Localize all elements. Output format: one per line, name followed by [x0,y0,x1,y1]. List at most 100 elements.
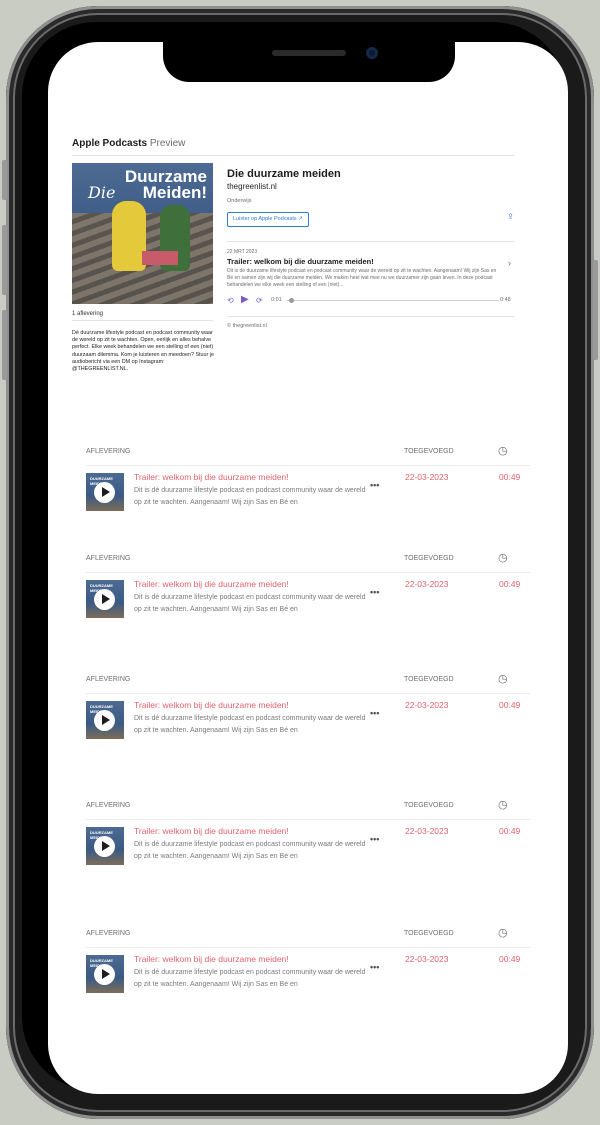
table-header: AFLEVERING TOEGEVOEGD ◷ [86,671,530,694]
episode-title[interactable]: Trailer: welkom bij die duurzame meiden! [134,579,289,589]
column-header-added: TOEGEVOEGD [404,802,454,809]
podcast-category: Onderwijs [227,198,252,204]
episode-thumbnail[interactable]: DUURZAME MEIDEN [86,701,124,739]
table-row[interactable]: DUURZAME MEIDEN Trailer: welkom bij die … [86,820,530,865]
column-header-episode: AFLEVERING [86,802,131,809]
more-options-icon[interactable]: ••• [370,708,379,718]
play-icon[interactable] [94,710,115,731]
episode-duration: 00:49 [499,826,521,836]
share-icon[interactable]: ⇪ [507,212,514,221]
progress-knob[interactable] [289,298,294,303]
column-header-added: TOEGEVOEGD [404,555,454,562]
play-icon[interactable] [94,482,115,503]
notch [163,42,455,82]
column-header-added: TOEGEVOEGD [404,676,454,683]
table-row[interactable]: DUURZAME MEIDEN Trailer: welkom bij die … [86,573,530,618]
more-options-icon[interactable]: ••• [370,834,379,844]
cover-crate [142,251,178,265]
cover-text: Die [88,183,116,202]
podcast-author[interactable]: thegreenlist.nl [227,182,277,191]
episode-date: 22-03-2023 [405,579,449,589]
episode-duration: 00:49 [499,472,521,482]
podcast-description: Dé duurzame lifestyle podcast en podcast… [72,330,215,373]
episode-thumbnail[interactable]: DUURZAME MEIDEN [86,473,124,511]
listen-on-apple-podcasts-button[interactable]: Luister op Apple Podcasts ↗ [227,212,309,227]
play-icon[interactable] [94,964,115,985]
table-header: AFLEVERING TOEGEVOEGD ◷ [86,443,530,466]
episode-table: AFLEVERING TOEGEVOEGD ◷ DUURZAME MEIDEN … [86,797,530,865]
mute-switch [2,160,7,200]
episode-duration: 00:49 [499,954,521,964]
clock-icon: ◷ [498,673,508,685]
more-options-icon[interactable]: ••• [370,587,379,597]
episode-date: 22 MRT 2023 [227,249,258,255]
episode-date: 22-03-2023 [405,472,449,482]
clock-icon: ◷ [498,799,508,811]
column-header-episode: AFLEVERING [86,555,131,562]
episode-description: Dit is dé duurzame lifestyle podcast en … [227,268,497,288]
apple-podcasts-header: Apple Podcasts Preview [72,138,514,156]
playback-progress-bar[interactable] [287,298,499,303]
copyright: © thegreenlist.nl [227,323,267,329]
brand-suffix: Preview [149,138,186,149]
episode-description: Dit is dé duurzame lifestyle podcast en … [134,841,366,860]
cover-text: Meiden! [142,183,207,202]
front-camera [366,47,378,59]
speaker-grille [272,50,346,56]
episode-title[interactable]: Trailer: welkom bij die duurzame meiden! [227,257,374,266]
episode-date: 22-03-2023 [405,700,449,710]
episode-table: AFLEVERING TOEGEVOEGD ◷ DUURZAME MEIDEN … [86,925,530,993]
episode-table: AFLEVERING TOEGEVOEGD ◷ DUURZAME MEIDEN … [86,671,530,739]
time-total: 0:48 [500,297,511,303]
table-row[interactable]: DUURZAME MEIDEN Trailer: welkom bij die … [86,466,530,511]
column-header-added: TOEGEVOEGD [404,448,454,455]
table-header: AFLEVERING TOEGEVOEGD ◷ [86,797,530,820]
episode-title[interactable]: Trailer: welkom bij die duurzame meiden! [134,700,289,710]
episode-duration: 00:49 [499,700,521,710]
column-header-episode: AFLEVERING [86,676,131,683]
podcast-cover-art[interactable]: Duurzame Meiden! Die [72,163,213,304]
cover-figure [112,201,146,271]
chevron-right-icon[interactable]: › [508,258,511,268]
table-row[interactable]: DUURZAME MEIDEN Trailer: welkom bij die … [86,694,530,739]
episode-thumbnail[interactable]: DUURZAME MEIDEN [86,827,124,865]
episode-duration: 00:49 [499,579,521,589]
divider [227,316,514,317]
time-elapsed: 0:01 [271,297,282,303]
column-header-episode: AFLEVERING [86,930,131,937]
table-header: AFLEVERING TOEGEVOEGD ◷ [86,550,530,573]
table-header: AFLEVERING TOEGEVOEGD ◷ [86,925,530,948]
clock-icon: ◷ [498,552,508,564]
episode-thumbnail[interactable]: DUURZAME MEIDEN [86,580,124,618]
episode-title[interactable]: Trailer: welkom bij die duurzame meiden! [134,826,289,836]
episode-table: AFLEVERING TOEGEVOEGD ◷ DUURZAME MEIDEN … [86,443,530,511]
episode-count: 1 aflevering [72,311,213,321]
volume-up-button [2,225,7,295]
volume-down-button [2,310,7,380]
power-button [593,260,598,360]
episode-thumbnail[interactable]: DUURZAME MEIDEN [86,955,124,993]
skip-back-icon[interactable]: ⟲ [227,296,234,305]
episode-date: 22-03-2023 [405,826,449,836]
episode-title[interactable]: Trailer: welkom bij die duurzame meiden! [134,954,289,964]
episode-date: 22-03-2023 [405,954,449,964]
episode-description: Dit is dé duurzame lifestyle podcast en … [134,487,366,506]
column-header-added: TOEGEVOEGD [404,930,454,937]
clock-icon: ◷ [498,445,508,457]
more-options-icon[interactable]: ••• [370,480,379,490]
divider [227,241,514,242]
episode-description: Dit is dé duurzame lifestyle podcast en … [134,969,366,988]
clock-icon: ◷ [498,927,508,939]
play-icon[interactable] [94,589,115,610]
episode-table: AFLEVERING TOEGEVOEGD ◷ DUURZAME MEIDEN … [86,550,530,618]
episode-description: Dit is dé duurzame lifestyle podcast en … [134,594,366,613]
more-options-icon[interactable]: ••• [370,962,379,972]
episode-title[interactable]: Trailer: welkom bij die duurzame meiden! [134,472,289,482]
brand-name: Apple Podcasts [72,138,148,149]
table-row[interactable]: DUURZAME MEIDEN Trailer: welkom bij die … [86,948,530,993]
podcast-title[interactable]: Die duurzame meiden [227,168,341,180]
play-icon[interactable] [94,836,115,857]
skip-forward-icon[interactable]: ⟳ [256,296,263,305]
episode-description: Dit is dé duurzame lifestyle podcast en … [134,715,366,734]
play-icon[interactable]: ▶ [241,294,249,305]
